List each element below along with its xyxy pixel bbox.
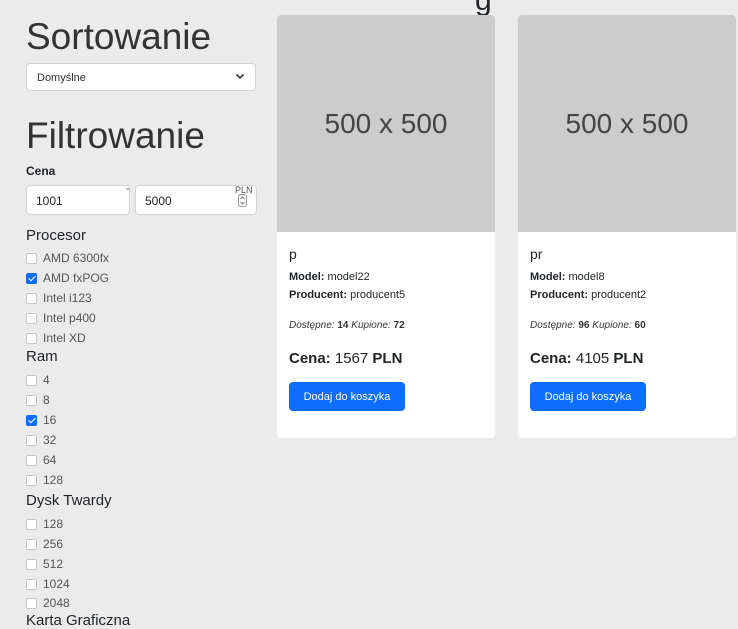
- checkbox-ram-128[interactable]: 128: [26, 471, 63, 489]
- product-image-placeholder: 500 x 500: [518, 15, 736, 232]
- checkbox-box[interactable]: [26, 414, 37, 426]
- checkbox-procesor-amd-fxpog[interactable]: AMD fxPOG: [26, 269, 109, 287]
- checkbox-box[interactable]: [26, 252, 37, 264]
- product-producer: Producent: producent2: [530, 289, 647, 301]
- checkbox-dysk-128[interactable]: 128: [26, 515, 63, 533]
- checkbox-ram-32[interactable]: 32: [26, 431, 56, 449]
- product-model: Model: model22: [289, 271, 370, 283]
- checkbox-label: AMD 6300fx: [43, 251, 110, 265]
- checkbox-box[interactable]: [26, 597, 37, 609]
- product-image-placeholder: 500 x 500: [277, 15, 495, 232]
- product-producer: Producent: producent5: [289, 289, 406, 301]
- number-spinner-icon[interactable]: [238, 194, 247, 207]
- checkbox-box[interactable]: [26, 538, 37, 550]
- product-stock: Dostępne: 14 Kupione: 72: [289, 320, 405, 331]
- checkbox-box[interactable]: [26, 312, 37, 324]
- checkbox-procesor-intel-xd[interactable]: Intel XD: [26, 329, 86, 347]
- sort-title: Sortowanie: [26, 16, 212, 57]
- checkbox-label: 256: [43, 537, 64, 551]
- product-stock: Dostępne: 96 Kupione: 60: [530, 320, 646, 331]
- price-max-value: 5000: [145, 194, 172, 208]
- checkbox-ram-8[interactable]: 8: [26, 391, 50, 409]
- checkbox-label: AMD fxPOG: [43, 271, 110, 285]
- filter-group-ram-title: Ram: [26, 348, 58, 365]
- checkbox-label: Intel p400: [43, 311, 96, 325]
- add-to-cart-button[interactable]: Dodaj do koszyka: [530, 382, 646, 411]
- checkbox-label: 128: [43, 473, 64, 487]
- checkbox-box[interactable]: [26, 272, 37, 284]
- checkbox-box[interactable]: [26, 578, 37, 590]
- price-min-value: 1001: [36, 194, 63, 208]
- checkbox-dysk-512[interactable]: 512: [26, 555, 63, 573]
- checkbox-label: 32: [43, 433, 57, 447]
- product-model: Model: model8: [530, 271, 605, 283]
- product-name: pr: [530, 246, 543, 262]
- checkbox-box[interactable]: [26, 332, 37, 344]
- product-name: p: [289, 246, 297, 262]
- checkbox-box[interactable]: [26, 558, 37, 570]
- sort-select-value: Domyślne: [37, 72, 86, 84]
- checkbox-ram-64[interactable]: 64: [26, 451, 56, 469]
- checkbox-label: 8: [43, 393, 50, 407]
- price-min-input[interactable]: 1001: [26, 185, 130, 215]
- checkbox-box[interactable]: [26, 518, 37, 530]
- checkbox-label: 64: [43, 453, 57, 467]
- product-card: 500 x 500 pr Model: model8 Producent: pr…: [518, 15, 736, 438]
- checkbox-box[interactable]: [26, 474, 37, 486]
- checkbox-label: 16: [43, 413, 57, 427]
- checkbox-box[interactable]: [26, 434, 37, 446]
- filter-title: Filtrowanie: [26, 115, 205, 156]
- checkbox-dysk-256[interactable]: 256: [26, 535, 63, 553]
- filter-group-karta-title: Karta Graficzna: [26, 612, 131, 629]
- checkbox-box[interactable]: [26, 394, 37, 406]
- checkbox-box[interactable]: [26, 454, 37, 466]
- sort-select[interactable]: Domyślne: [26, 63, 256, 91]
- checkbox-box[interactable]: [26, 292, 37, 304]
- checkbox-label: Intel XD: [43, 331, 86, 345]
- checkbox-label: 128: [43, 517, 64, 531]
- checkbox-dysk-1024[interactable]: 1024: [26, 575, 70, 593]
- checkbox-procesor-amd-6300fx[interactable]: AMD 6300fx: [26, 249, 109, 267]
- chevron-down-icon: [235, 73, 245, 80]
- checkbox-procesor-intel-p400[interactable]: Intel p400: [26, 309, 96, 327]
- product-card: 500 x 500 p Model: model22 Producent: pr…: [277, 15, 495, 438]
- add-to-cart-button[interactable]: Dodaj do koszyka: [289, 382, 405, 411]
- checkbox-label: 512: [43, 557, 64, 571]
- filter-group-procesor-title: Procesor: [26, 227, 87, 244]
- checkbox-label: 2048: [43, 596, 70, 610]
- filter-group-dysk-title: Dysk Twardy: [26, 492, 112, 509]
- checkbox-box[interactable]: [26, 374, 37, 386]
- checkbox-label: 1024: [43, 577, 70, 591]
- checkbox-label: 4: [43, 373, 50, 387]
- price-separator: -: [126, 183, 130, 195]
- price-currency: PLN: [235, 185, 253, 195]
- checkbox-ram-4[interactable]: 4: [26, 371, 50, 389]
- checkbox-dysk-2048[interactable]: 2048: [26, 594, 70, 612]
- product-price: Cena: 4105 PLN: [530, 350, 644, 367]
- checkbox-procesor-intel-i123[interactable]: Intel i123: [26, 289, 92, 307]
- product-price: Cena: 1567 PLN: [289, 350, 403, 367]
- checkbox-ram-16[interactable]: 16: [26, 411, 56, 429]
- price-filter-label: Cena: [26, 164, 56, 178]
- checkbox-label: Intel i123: [43, 291, 92, 305]
